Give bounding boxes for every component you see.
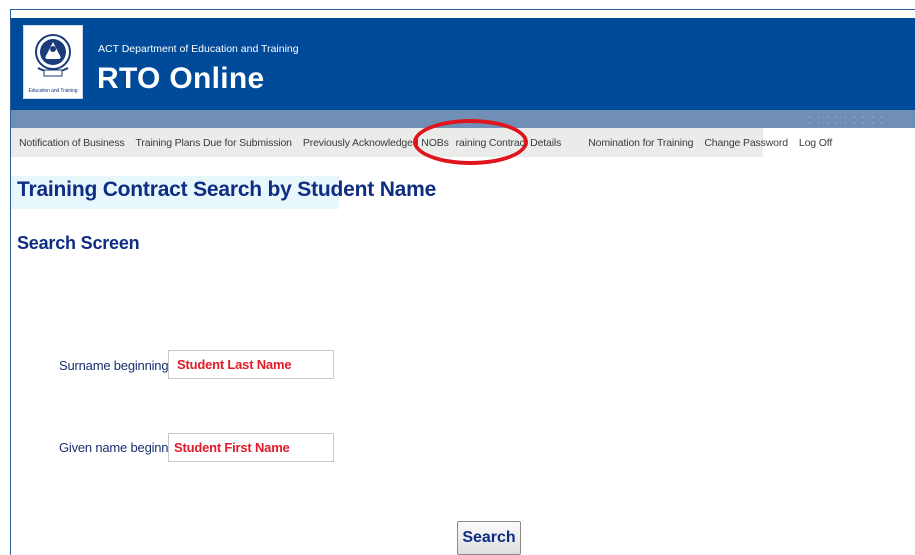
surname-input[interactable] [168, 350, 334, 379]
nav-change-password[interactable]: Change Password [704, 137, 788, 149]
surname-label: Surname beginning: [59, 358, 172, 373]
department-name: ACT Department of Education and Training [98, 43, 299, 55]
given-name-input[interactable] [168, 433, 334, 462]
logo-caption: Education and Training [28, 88, 78, 94]
crest-icon [35, 34, 71, 77]
nav-log-off[interactable]: Log Off [799, 137, 832, 149]
search-button[interactable]: Search [457, 521, 521, 555]
nav-training-plans-due[interactable]: Training Plans Due for Submission [136, 137, 292, 149]
site-header: Education and Training ACT Department of… [11, 18, 915, 110]
decorative-dots [805, 114, 885, 124]
main-nav: Notification of Business Training Plans … [11, 128, 832, 157]
app-title: RTO Online [97, 62, 265, 95]
logo: Education and Training [23, 25, 83, 99]
section-title: Search Screen [17, 233, 140, 253]
nav-notification-of-business[interactable]: Notification of Business [19, 137, 125, 149]
nav-nomination-for-training[interactable]: Nomination for Training [588, 137, 693, 149]
page-title: Training Contract Search by Student Name [17, 178, 437, 201]
highlight-annotation [413, 119, 528, 165]
